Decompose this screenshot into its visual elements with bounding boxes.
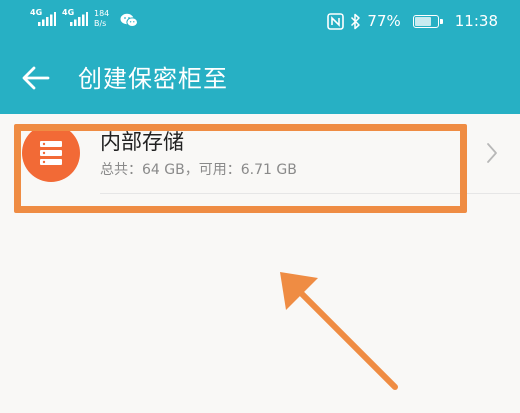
back-button[interactable] — [18, 58, 58, 98]
divider — [100, 193, 520, 194]
internal-storage-item[interactable]: 内部存储 总共：64 GB，可用：6.71 GB — [0, 114, 520, 196]
wechat-icon — [120, 13, 138, 27]
status-right-group: 77% 11:38 — [327, 10, 498, 32]
battery-percent: 77% — [367, 12, 401, 30]
page-title: 创建保密柜至 — [78, 65, 228, 93]
nfc-icon — [327, 12, 345, 30]
storage-icon — [22, 124, 80, 182]
network-speed-value: 184 — [94, 9, 110, 18]
back-arrow-icon — [22, 66, 50, 90]
annotation-arrow-icon — [280, 272, 398, 390]
toolbar: 创建保密柜至 — [0, 44, 520, 114]
network-speed-unit: B/s — [94, 19, 107, 28]
storage-name: 内部存储 — [100, 130, 184, 154]
battery-level-fill — [414, 16, 432, 26]
sim1-signal-icon: 4G — [30, 9, 56, 29]
status-bar: 4G 4G 184 B/s 77% 11:38 — [0, 0, 520, 44]
screen: 4G 4G 184 B/s 77% 11:38 创建保密柜至 内部存储 总共：6… — [0, 0, 520, 413]
bluetooth-icon — [351, 13, 361, 29]
clock: 11:38 — [454, 12, 498, 30]
battery-icon — [412, 14, 443, 28]
chevron-right-icon — [487, 143, 497, 163]
sim2-signal-icon: 4G — [62, 9, 88, 29]
storage-capacity-text: 总共：64 GB，可用：6.71 GB — [100, 162, 297, 178]
network-speed: 184 B/s — [94, 9, 118, 29]
